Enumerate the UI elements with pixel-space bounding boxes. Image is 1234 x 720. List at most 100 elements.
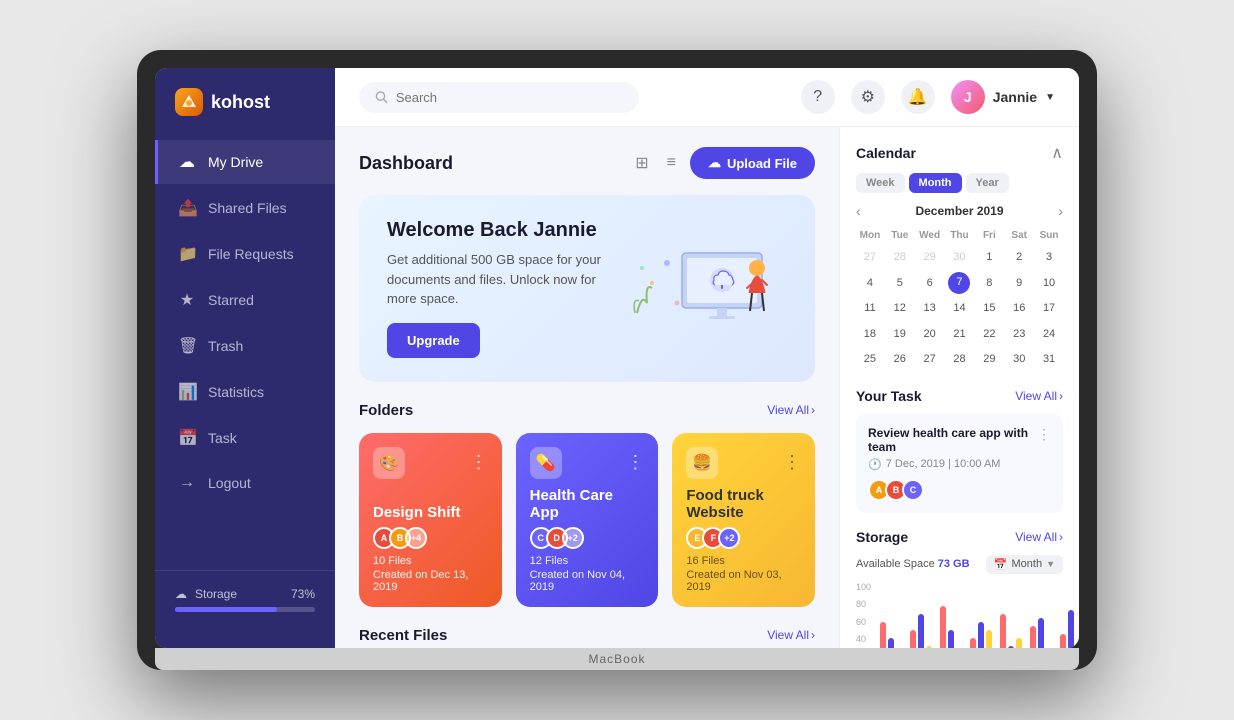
banner-illustration [627, 233, 787, 343]
calendar-day[interactable]: 12 [886, 297, 914, 321]
app-name: kohost [211, 92, 270, 113]
calendar-day[interactable]: 27 [916, 348, 944, 372]
upgrade-button[interactable]: Upgrade [387, 323, 480, 358]
calendar-day[interactable]: 27 [856, 246, 884, 270]
sidebar-item-statistics[interactable]: 📊 Statistics [155, 370, 335, 414]
collapse-calendar-icon[interactable]: ∧ [1051, 143, 1063, 163]
calendar-day[interactable]: 10 [1035, 272, 1063, 296]
calendar-day[interactable]: 6 [916, 272, 944, 296]
trash-label: Trash [208, 338, 243, 354]
sidebar-item-task[interactable]: 📅 Task [155, 416, 335, 460]
calendar-day[interactable]: 26 [886, 348, 914, 372]
folder-card-health-care[interactable]: 💊 ⋮ Health Care App C D +2 [516, 433, 659, 607]
sidebar-item-my-drive[interactable]: ☁ My Drive [155, 140, 335, 184]
calendar-day[interactable]: 20 [916, 323, 944, 347]
calendar-day[interactable]: 18 [856, 323, 884, 347]
calendar-day[interactable]: 29 [975, 348, 1003, 372]
calendar-day[interactable]: 15 [975, 297, 1003, 321]
calendar-day[interactable]: 11 [856, 297, 884, 321]
upload-file-button[interactable]: ☁ Upload File [690, 147, 815, 179]
calendar-day[interactable]: 22 [975, 323, 1003, 347]
tab-year[interactable]: Year [966, 173, 1009, 193]
calendar-day[interactable]: 13 [916, 297, 944, 321]
prev-month-button[interactable]: ‹ [856, 203, 861, 219]
storage-period-select[interactable]: 📅 Month ▼ [986, 555, 1063, 574]
calendar-day[interactable]: 25 [856, 348, 884, 372]
next-month-button[interactable]: › [1058, 203, 1063, 219]
calendar-day[interactable]: 30 [946, 246, 974, 270]
calendar-day[interactable]: 30 [1005, 348, 1033, 372]
calendar-day[interactable]: 17 [1035, 297, 1063, 321]
upload-label: Upload File [727, 156, 797, 171]
task-title: Your Task [856, 388, 922, 404]
avatar-count: +4 [405, 527, 427, 549]
calendar-day[interactable]: 16 [1005, 297, 1033, 321]
y-label-40: 40 [856, 634, 871, 644]
folder-card-design-shift[interactable]: 🎨 ⋮ Design Shift A B +4 [359, 433, 502, 607]
folders-title: Folders [359, 402, 413, 419]
folder-more-icon[interactable]: ⋮ [626, 452, 644, 473]
sidebar-item-logout[interactable]: → Logout [155, 462, 335, 504]
cloud-icon: ☁ [175, 587, 187, 601]
calendar-day[interactable]: 5 [886, 272, 914, 296]
calendar-day[interactable]: 9 [1005, 272, 1033, 296]
calendar-day[interactable]: 28 [886, 246, 914, 270]
storage-title: Storage [856, 529, 908, 545]
macbook-label: MacBook [155, 648, 1079, 670]
shared-files-icon: 📤 [178, 198, 196, 218]
calendar-day[interactable]: 14 [946, 297, 974, 321]
help-button[interactable]: ? [801, 80, 835, 114]
storage-view-all[interactable]: View All › [1015, 530, 1063, 544]
day-header-thu: Thu [946, 227, 974, 244]
tab-month[interactable]: Month [909, 173, 962, 193]
bar-red [970, 638, 976, 648]
storage-percent: 73% [291, 587, 315, 601]
help-icon: ? [813, 88, 822, 106]
notifications-button[interactable]: 🔔 [901, 80, 935, 114]
sidebar-item-file-requests[interactable]: 📁 File Requests [155, 232, 335, 276]
calendar-day[interactable]: 28 [946, 348, 974, 372]
sidebar-item-shared-files[interactable]: 📤 Shared Files [155, 186, 335, 230]
calendar-day[interactable]: 29 [916, 246, 944, 270]
user-info[interactable]: J Jannie ▼ [951, 80, 1055, 114]
bar-yellow [1016, 638, 1022, 648]
calendar-day[interactable]: 31 [1035, 348, 1063, 372]
search-box[interactable] [359, 82, 639, 113]
sidebar-item-trash[interactable]: 🗑 Trash [155, 324, 335, 368]
list-view-button[interactable]: ≡ [663, 150, 680, 176]
calendar-day[interactable]: 7 [948, 272, 970, 294]
chart-bar-group [1030, 618, 1052, 648]
sidebar-item-starred[interactable]: ★ Starred [155, 278, 335, 322]
folder-created: Created on Dec 13, 2019 [373, 569, 488, 593]
folder-card-food-truck[interactable]: 🍔 ⋮ Food truck Website E F +2 [672, 433, 815, 607]
task-view-all[interactable]: View All › [1015, 389, 1063, 403]
calendar-day[interactable]: 3 [1035, 246, 1063, 270]
task-members: A B C [868, 479, 1051, 501]
calendar-day[interactable]: 23 [1005, 323, 1033, 347]
calendar-day[interactable]: 4 [856, 272, 884, 296]
folder-avatars: C D +2 [530, 527, 645, 549]
folder-more-icon[interactable]: ⋮ [470, 452, 488, 473]
task-card[interactable]: Review health care app with team ⋮ 🕐 7 D… [856, 414, 1063, 513]
folder-icon: 🍔 [686, 447, 718, 479]
task-more-icon[interactable]: ⋮ [1037, 426, 1051, 443]
settings-button[interactable]: ⚙ [851, 80, 885, 114]
calendar-header: Calendar ∧ [856, 143, 1063, 163]
recent-files-view-all[interactable]: View All › [767, 628, 815, 642]
calendar-day[interactable]: 2 [1005, 246, 1033, 270]
calendar-day[interactable]: 19 [886, 323, 914, 347]
folders-view-all[interactable]: View All › [767, 403, 815, 417]
chevron-down-icon: ▼ [1045, 92, 1055, 103]
bar-blue [1068, 610, 1074, 648]
avatar-count: +2 [718, 527, 740, 549]
calendar-day[interactable]: 24 [1035, 323, 1063, 347]
storage-bar-background [175, 607, 315, 612]
tab-week[interactable]: Week [856, 173, 905, 193]
calendar-day[interactable]: 1 [975, 246, 1003, 270]
calendar-day[interactable]: 8 [975, 272, 1003, 296]
search-input[interactable] [396, 90, 623, 105]
folder-more-icon[interactable]: ⋮ [783, 452, 801, 473]
grid-view-button[interactable]: ⊞ [631, 149, 652, 177]
calendar-day[interactable]: 21 [946, 323, 974, 347]
task-avatar-3: C [902, 479, 924, 501]
